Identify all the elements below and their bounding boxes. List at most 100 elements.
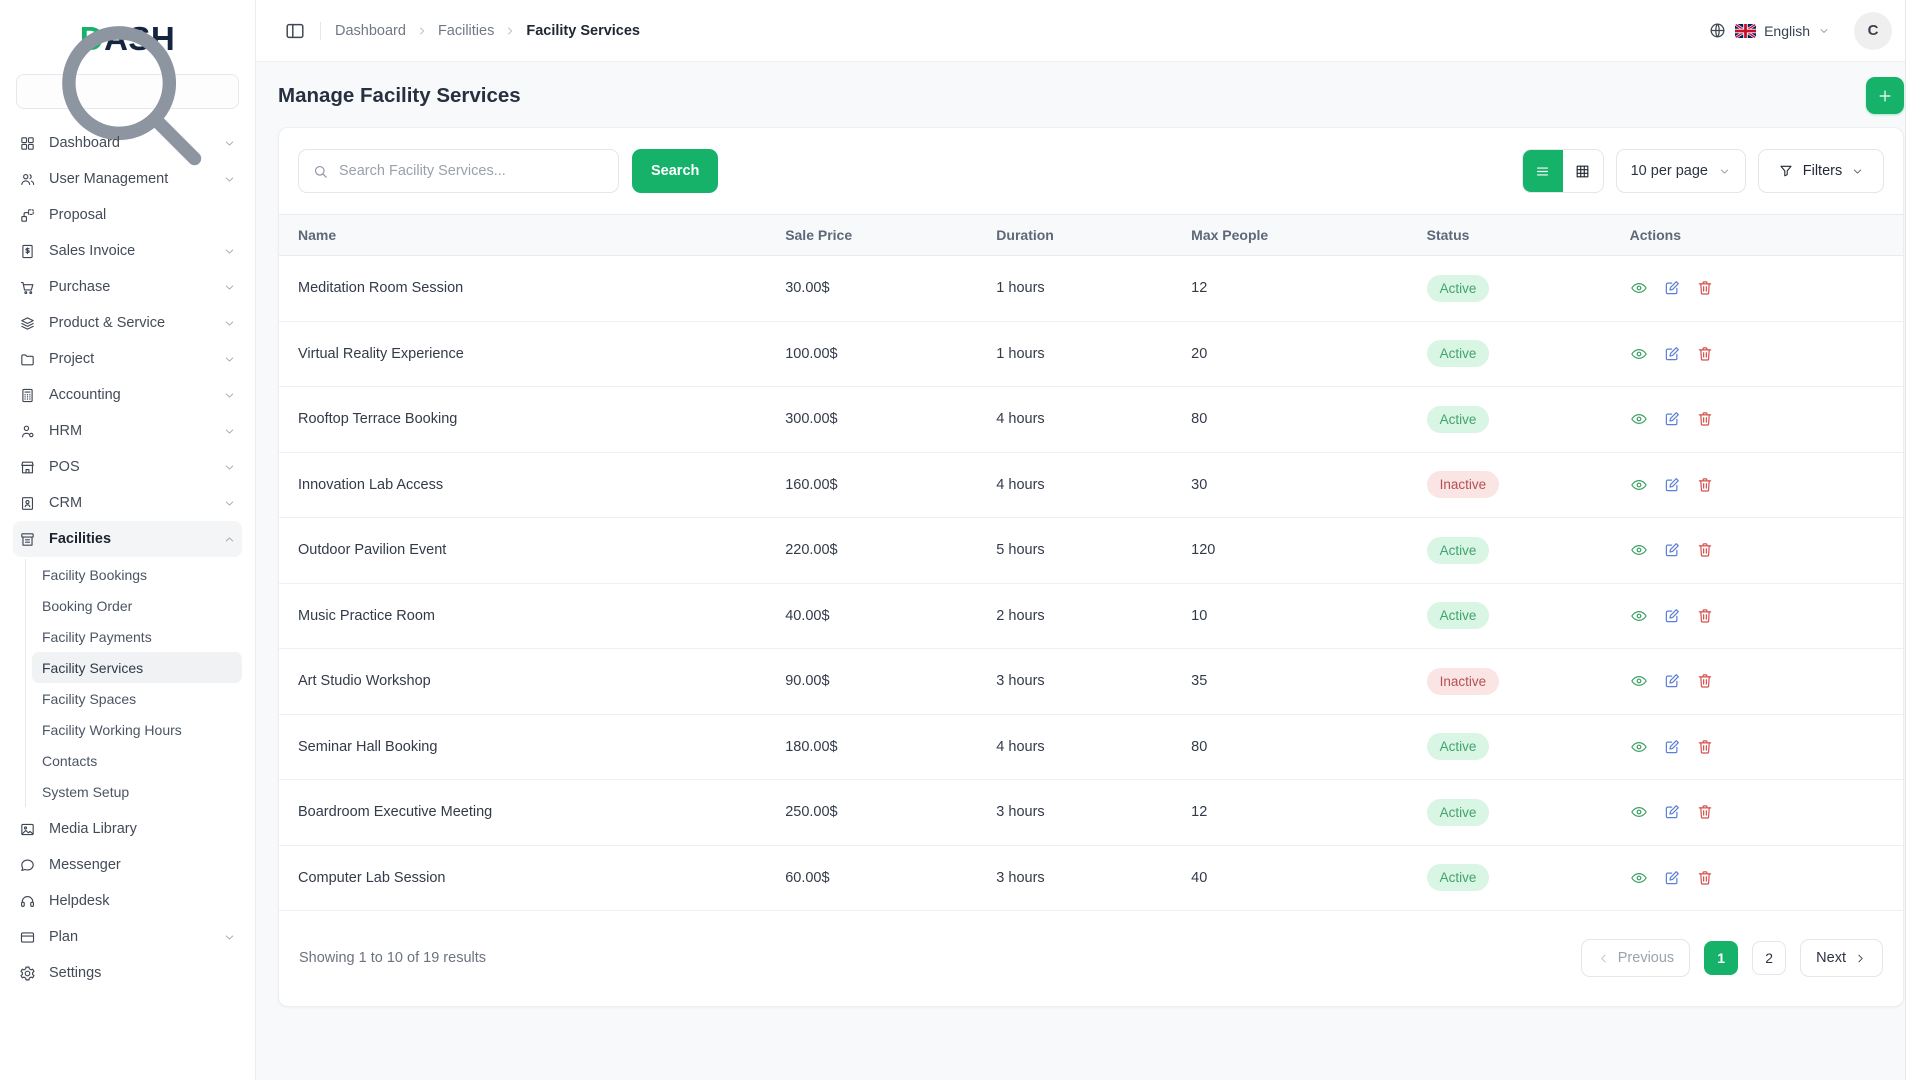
- per-page-select[interactable]: 10 per page: [1615, 149, 1746, 193]
- delete-button[interactable]: [1696, 672, 1714, 690]
- view-button[interactable]: [1630, 476, 1648, 494]
- sidebar-item-facilities[interactable]: Facilities: [13, 521, 242, 557]
- sidebar-subitem-facility-spaces[interactable]: Facility Spaces: [32, 683, 242, 714]
- sidebar-item-project[interactable]: Project: [13, 341, 242, 377]
- sidebar-item-sales-invoice[interactable]: Sales Invoice: [13, 233, 242, 269]
- sidebar-subitem-system-setup[interactable]: System Setup: [32, 776, 242, 807]
- table-search[interactable]: [298, 149, 619, 193]
- sidebar-item-pos[interactable]: POS: [13, 449, 242, 485]
- table-row: Boardroom Executive Meeting 250.00$ 3 ho…: [279, 779, 1903, 846]
- sidebar-item-media-library[interactable]: Media Library: [13, 811, 242, 847]
- edit-button[interactable]: [1663, 410, 1681, 428]
- grid-view-button[interactable]: [1562, 150, 1603, 192]
- sidebar-item-messenger[interactable]: Messenger: [13, 847, 242, 883]
- cell-sale-price: 40.00$: [766, 583, 978, 649]
- edit-button[interactable]: [1663, 279, 1681, 297]
- row-actions: [1630, 738, 1903, 756]
- sidebar-subitem-facility-bookings[interactable]: Facility Bookings: [32, 559, 242, 590]
- sidebar-subitem-facility-services[interactable]: Facility Services: [32, 652, 242, 683]
- sidebar-subitem-facility-working-hours[interactable]: Facility Working Hours: [32, 714, 242, 745]
- sidebar-item-label: HRM: [49, 423, 83, 439]
- trash-icon: [1698, 478, 1711, 492]
- edit-button[interactable]: [1663, 541, 1681, 559]
- edit-button[interactable]: [1663, 869, 1681, 887]
- chat-icon: [21, 858, 34, 871]
- sidebar-item-hrm[interactable]: HRM: [13, 413, 242, 449]
- delete-button[interactable]: [1696, 607, 1714, 625]
- view-button[interactable]: [1630, 410, 1648, 428]
- status-badge: Active: [1426, 274, 1490, 302]
- avatar[interactable]: C: [1854, 11, 1892, 50]
- edit-button[interactable]: [1663, 672, 1681, 690]
- page-button-1[interactable]: 1: [1704, 941, 1739, 975]
- sidebar-item-plan[interactable]: Plan: [13, 919, 242, 955]
- per-page-value: 10 per page: [1630, 163, 1708, 179]
- users-icon: [21, 173, 35, 185]
- table-row: Art Studio Workshop 90.00$ 3 hours 35 In…: [279, 648, 1903, 715]
- status-badge: Active: [1426, 864, 1490, 892]
- sidebar-item-dashboard[interactable]: Dashboard: [13, 125, 242, 161]
- sidebar-subitem-facility-payments[interactable]: Facility Payments: [32, 621, 242, 652]
- sidebar-item-crm[interactable]: CRM: [13, 485, 242, 521]
- search-button[interactable]: Search: [632, 149, 719, 193]
- column-header-status: Status: [1407, 214, 1611, 256]
- delete-button[interactable]: [1696, 345, 1714, 363]
- view-button[interactable]: [1630, 607, 1648, 625]
- edit-pencil-icon: [1665, 543, 1679, 557]
- view-button[interactable]: [1630, 345, 1648, 363]
- grid-view-icon: [1576, 165, 1589, 177]
- next-label: Next: [1816, 950, 1846, 966]
- cell-sale-price: 100.00$: [766, 321, 978, 387]
- table-search-input[interactable]: [339, 163, 605, 179]
- delete-button[interactable]: [1696, 738, 1714, 756]
- breadcrumb-item-dashboard[interactable]: Dashboard: [335, 23, 406, 39]
- sidebar-item-label: Sales Invoice: [49, 243, 136, 259]
- sidebar-search[interactable]: [16, 26, 239, 166]
- delete-button[interactable]: [1696, 803, 1714, 821]
- breadcrumb-item-facility-services[interactable]: Facility Services: [526, 23, 640, 39]
- eye-icon: [1630, 872, 1647, 883]
- view-button[interactable]: [1630, 738, 1648, 756]
- page-button-2[interactable]: 2: [1752, 941, 1787, 975]
- edit-pencil-icon: [1665, 674, 1679, 688]
- delete-button[interactable]: [1696, 869, 1714, 887]
- delete-button[interactable]: [1696, 410, 1714, 428]
- sidebar-item-proposal[interactable]: Proposal: [13, 197, 242, 233]
- edit-button[interactable]: [1663, 345, 1681, 363]
- sidebar-item-helpdesk[interactable]: Helpdesk: [13, 883, 242, 919]
- previous-page-button[interactable]: Previous: [1580, 939, 1691, 977]
- edit-pencil-icon: [1665, 870, 1679, 884]
- sidebar-subitem-contacts[interactable]: Contacts: [32, 745, 242, 776]
- edit-button[interactable]: [1663, 738, 1681, 756]
- sidebar-item-user-management[interactable]: User Management: [13, 161, 242, 197]
- view-button[interactable]: [1630, 672, 1648, 690]
- chevron-down-icon: [225, 357, 234, 361]
- edit-button[interactable]: [1663, 476, 1681, 494]
- filters-button[interactable]: Filters: [1758, 149, 1884, 193]
- cell-name: Meditation Room Session: [279, 255, 767, 322]
- delete-button[interactable]: [1696, 476, 1714, 494]
- sidebar-subitem-booking-order[interactable]: Booking Order: [32, 590, 242, 621]
- sidebar-item-product-service[interactable]: Product & Service: [13, 305, 242, 341]
- sidebar-toggle-button[interactable]: [284, 20, 306, 42]
- breadcrumb-item-facilities[interactable]: Facilities: [438, 23, 494, 39]
- pagination: Previous 1 2 Next: [1580, 939, 1883, 977]
- view-button[interactable]: [1630, 279, 1648, 297]
- page-scrollbar[interactable]: [1905, 0, 1920, 1080]
- sidebar-item-accounting[interactable]: Accounting: [13, 377, 242, 413]
- list-view-button[interactable]: [1522, 150, 1563, 192]
- delete-button[interactable]: [1696, 279, 1714, 297]
- delete-button[interactable]: [1696, 541, 1714, 559]
- language-selector[interactable]: English: [1708, 21, 1830, 40]
- sidebar-item-purchase[interactable]: Purchase: [13, 269, 242, 305]
- add-service-button[interactable]: [1866, 77, 1904, 114]
- cell-sale-price: 60.00$: [766, 845, 978, 911]
- edit-button[interactable]: [1663, 803, 1681, 821]
- view-button[interactable]: [1630, 541, 1648, 559]
- view-button[interactable]: [1630, 803, 1648, 821]
- edit-button[interactable]: [1663, 607, 1681, 625]
- next-page-button[interactable]: Next: [1800, 939, 1883, 977]
- sidebar-item-settings[interactable]: Settings: [13, 955, 242, 991]
- cell-name: Outdoor Pavilion Event: [279, 517, 767, 584]
- view-button[interactable]: [1630, 869, 1648, 887]
